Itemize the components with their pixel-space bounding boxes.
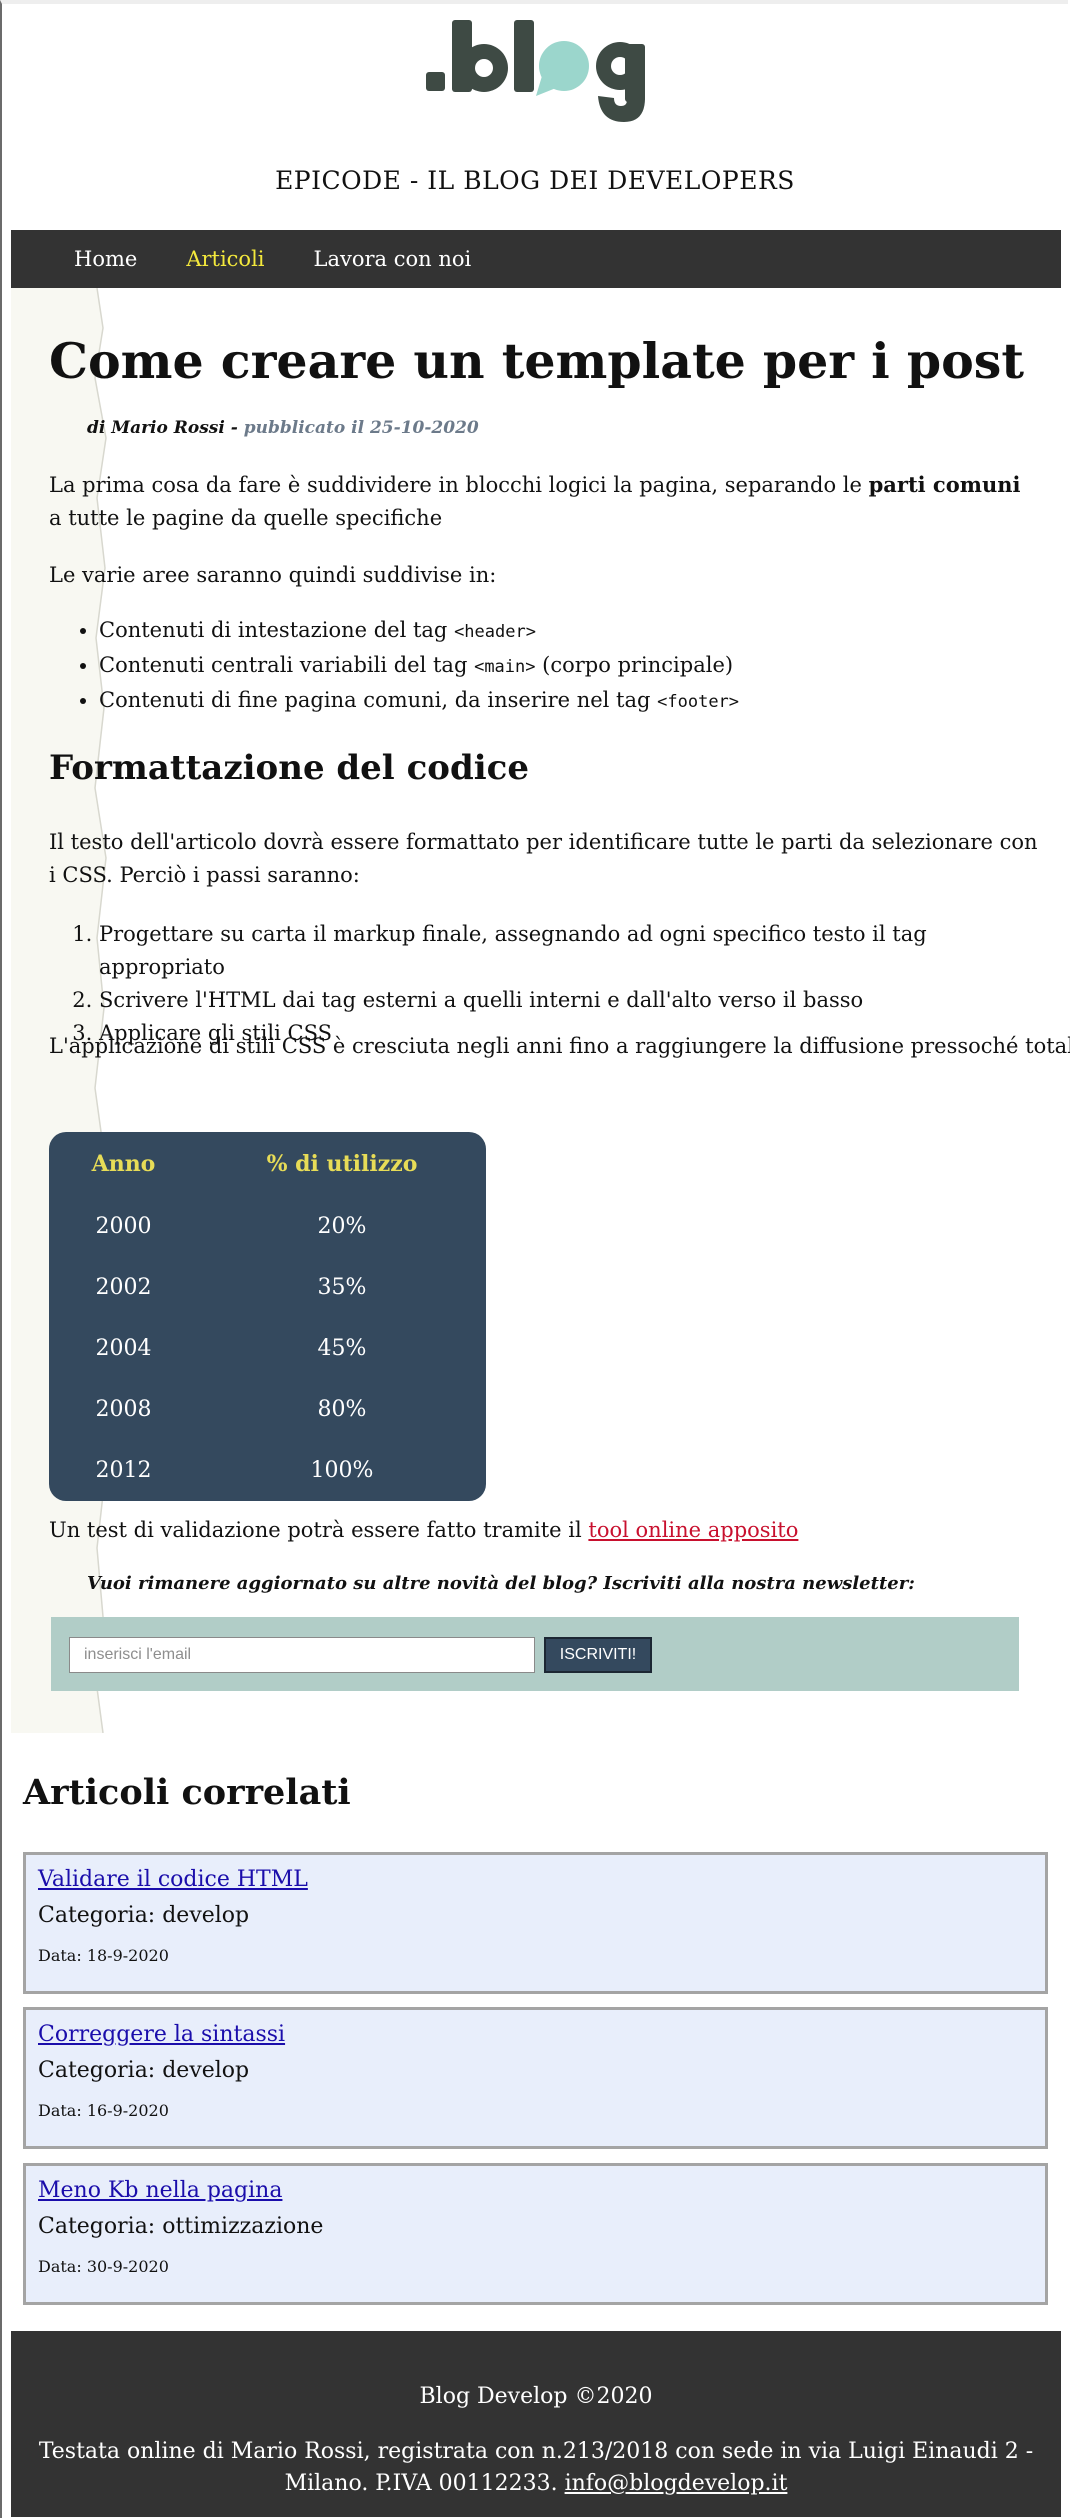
table-header-anno: Anno: [91, 1151, 156, 1177]
related-card-date: Data: 18-9-2020: [38, 1946, 169, 1965]
validation-tool-link[interactable]: tool online apposito: [588, 1518, 798, 1542]
post-author: di Mario Rossi -: [87, 418, 244, 438]
footer-copyright: Blog Develop ©2020: [419, 2384, 653, 2409]
related-card-category: Categoria: develop: [38, 1903, 250, 1928]
blog-logo[interactable]: [424, 18, 648, 126]
validation-paragraph: Un test di validazione potrà essere fatt…: [49, 1514, 798, 1547]
related-card: Meno Kb nella pagina Categoria: ottimizz…: [23, 2163, 1048, 2305]
related-card-link[interactable]: Correggere la sintassi: [38, 2022, 285, 2047]
intro-text-end: a tutte le pagine da quelle specifiche: [49, 506, 443, 530]
table-cell-year: 2004: [95, 1336, 152, 1361]
table-cell-year: 2008: [95, 1397, 152, 1422]
list-item-text: Contenuti centrali variabili del tag: [99, 653, 475, 677]
site-footer: Blog Develop ©2020 Testata online di Mar…: [11, 2331, 1061, 2517]
related-card: Validare il codice HTML Categoria: devel…: [23, 1852, 1048, 1994]
table-cell-year: 2000: [95, 1214, 152, 1239]
table-cell-year: 2002: [95, 1275, 152, 1300]
footer-info: Testata online di Mario Rossi, registrat…: [31, 2436, 1041, 2500]
table-header-utilizzo: % di utilizzo: [266, 1151, 418, 1177]
related-card-date: Data: 16-9-2020: [38, 2101, 169, 2120]
table-cell-usage: 45%: [317, 1336, 367, 1361]
related-card-category: Categoria: develop: [38, 2058, 250, 2083]
table-cell-usage: 35%: [317, 1275, 367, 1300]
related-title: Articoli correlati: [23, 1772, 351, 1813]
related-card-link[interactable]: Validare il codice HTML: [38, 1867, 308, 1892]
nav-item-home[interactable]: Home: [74, 247, 137, 271]
site-header: EPICODE - IL BLOG DEI DEVELOPERS: [0, 0, 1070, 230]
site-title: EPICODE - IL BLOG DEI DEVELOPERS: [275, 166, 795, 195]
related-card-link[interactable]: Meno Kb nella pagina: [38, 2178, 282, 2203]
nav-item-lavora-con-noi[interactable]: Lavora con noi: [314, 247, 472, 271]
table-cell-year: 2012: [95, 1458, 152, 1483]
code-tag: <header>: [454, 622, 536, 642]
email-input[interactable]: [69, 1637, 535, 1673]
intro-bold: parti comuni: [868, 472, 1021, 497]
format-paragraph: Il testo dell'articolo dovrà essere form…: [49, 830, 1038, 887]
list-item: Contenuti centrali variabili del tag <ma…: [99, 649, 739, 684]
list-item-text: Contenuti di fine pagina comuni, da inse…: [99, 688, 658, 712]
list-item-text: (corpo principale): [535, 653, 734, 677]
table-row: 2012 100%: [49, 1440, 486, 1501]
table-row: 2002 35%: [49, 1257, 486, 1318]
subscribe-button[interactable]: ISCRIVITI!: [544, 1637, 652, 1673]
css-usage-table: Anno % di utilizzo 2000 20% 2002 35% 2004 4…: [49, 1132, 486, 1501]
newsletter-form: ISCRIVITI!: [51, 1617, 1019, 1691]
footer-info-text: Testata online di Mario Rossi, registrat…: [38, 2439, 1034, 2496]
related-card-date: Data: 30-9-2020: [38, 2257, 169, 2276]
list-item: Progettare su carta il markup finale, as…: [99, 918, 1039, 984]
intro-text: La prima cosa da fare è suddividere in b…: [49, 473, 869, 497]
areas-list: Contenuti di intestazione del tag <heade…: [49, 614, 739, 719]
table-cell-usage: 100%: [310, 1458, 374, 1483]
table-header-row: Anno % di utilizzo: [49, 1132, 486, 1196]
nav-item-articoli[interactable]: Articoli: [186, 247, 264, 271]
post-byline: di Mario Rossi - pubblicato il 25-10-202…: [87, 418, 479, 438]
section-title: Formattazione del codice: [49, 748, 529, 788]
main-nav: Home Articoli Lavora con noi: [11, 230, 1061, 288]
table-row: 2004 45%: [49, 1318, 486, 1379]
list-item: Scrivere l'HTML dai tag esterni a quelli…: [99, 984, 1039, 1017]
list-item: Contenuti di intestazione del tag <heade…: [99, 614, 739, 649]
code-tag: <main>: [474, 657, 536, 677]
post-date: pubblicato il 25-10-2020: [243, 418, 479, 438]
intro-paragraph: La prima cosa da fare è suddividere in b…: [49, 468, 1039, 535]
code-tag: <footer>: [657, 692, 740, 712]
table-row: 2008 80%: [49, 1379, 486, 1440]
related-card-category: Categoria: ottimizzazione: [38, 2214, 324, 2239]
table-cell-usage: 80%: [317, 1397, 367, 1422]
related-card: Correggere la sintassi Categoria: develo…: [23, 2007, 1048, 2149]
areas-intro: Le varie aree saranno quindi suddivise i…: [49, 563, 497, 587]
list-item: Contenuti di fine pagina comuni, da inse…: [99, 684, 739, 719]
table-cell-usage: 20%: [317, 1214, 367, 1239]
css-growth-paragraph: L'applicazione di stili CSS è cresciuta …: [49, 1034, 1070, 1058]
list-item-text: Contenuti di intestazione del tag: [99, 618, 455, 642]
validation-text: Un test di validazione potrà essere fatt…: [49, 1518, 589, 1542]
newsletter-text: Vuoi rimanere aggiornato su altre novità…: [87, 1573, 915, 1594]
post-title: Come creare un template per i post: [49, 332, 1024, 390]
table-row: 2000 20%: [49, 1196, 486, 1257]
footer-email-link[interactable]: info@blogdevelop.it: [565, 2471, 788, 2496]
